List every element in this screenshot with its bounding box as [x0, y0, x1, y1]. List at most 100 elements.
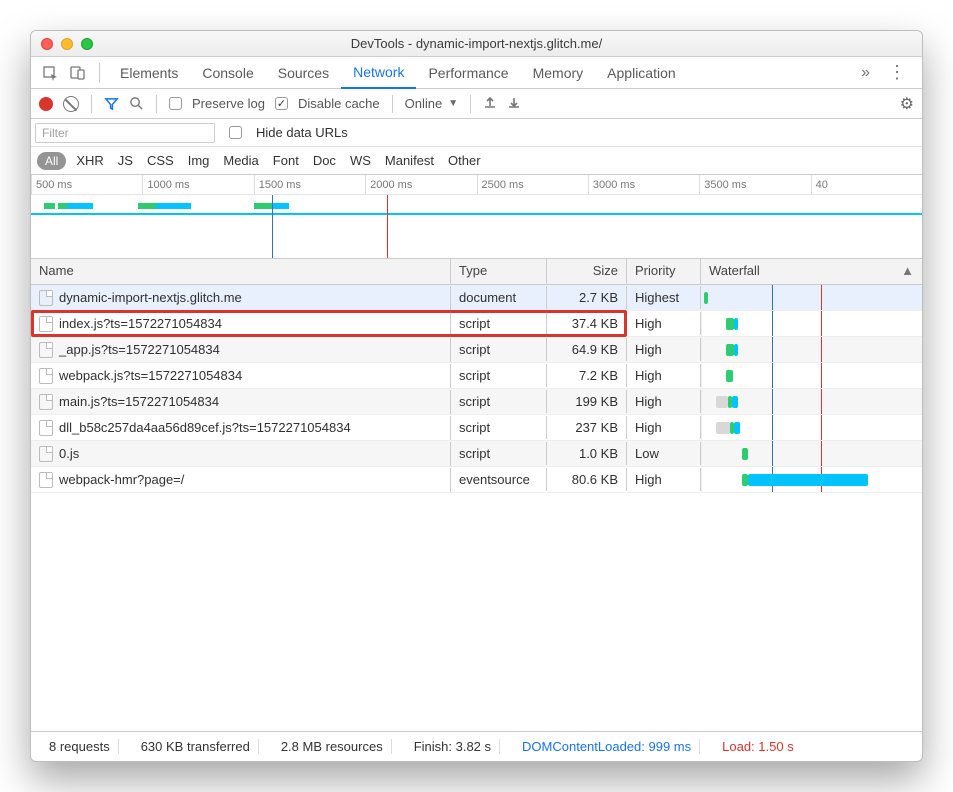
domcontentloaded-marker [272, 195, 273, 258]
clear-button[interactable] [63, 96, 79, 112]
request-size: 1.0 KB [547, 442, 627, 465]
tab-application[interactable]: Application [595, 57, 688, 89]
filter-js-button[interactable]: JS [118, 153, 133, 168]
timeline-overview[interactable] [31, 195, 922, 259]
chevron-down-icon: ▼ [448, 98, 458, 109]
timeline-ruler[interactable]: 500 ms1000 ms1500 ms2000 ms2500 ms3000 m… [31, 175, 922, 195]
separator [392, 95, 393, 113]
request-row[interactable]: 0.jsscript1.0 KBLow [31, 441, 922, 467]
request-row[interactable]: _app.js?ts=1572271054834script64.9 KBHig… [31, 337, 922, 363]
request-priority: Low [627, 442, 701, 465]
separator [91, 95, 92, 113]
filter-xhr-button[interactable]: XHR [76, 153, 103, 168]
request-row[interactable]: webpack-hmr?page=/eventsource80.6 KBHigh [31, 467, 922, 493]
request-size: 80.6 KB [547, 468, 627, 491]
file-icon [39, 472, 53, 488]
waterfall-cell [701, 337, 922, 362]
request-row[interactable]: dynamic-import-nextjs.glitch.medocument2… [31, 285, 922, 311]
request-priority: High [627, 468, 701, 491]
file-icon [39, 394, 53, 410]
filter-img-button[interactable]: Img [188, 153, 210, 168]
search-icon[interactable] [129, 96, 144, 111]
more-tabs-button[interactable]: » [855, 64, 876, 82]
disable-cache-label: Disable cache [298, 96, 380, 111]
waterfall-cell [701, 285, 922, 310]
col-header-size[interactable]: Size [547, 259, 627, 284]
minimize-window-button[interactable] [61, 38, 73, 50]
network-toolbar: Preserve log Disable cache Online ▼ ⚙ [31, 89, 922, 119]
col-header-name[interactable]: Name [31, 259, 451, 284]
request-name: _app.js?ts=1572271054834 [59, 342, 220, 357]
request-row[interactable]: dll_b58c257da4aa56d89cef.js?ts=157227105… [31, 415, 922, 441]
inspect-icon[interactable] [37, 60, 63, 86]
filter-placeholder: Filter [42, 126, 69, 140]
col-header-waterfall[interactable]: Waterfall ▲ [701, 259, 922, 284]
request-priority: High [627, 312, 701, 335]
col-header-type[interactable]: Type [451, 259, 547, 284]
request-priority: High [627, 338, 701, 361]
file-icon [39, 342, 53, 358]
filter-css-button[interactable]: CSS [147, 153, 174, 168]
record-button[interactable] [39, 97, 53, 111]
ruler-tick: 1000 ms [142, 175, 253, 194]
request-name: 0.js [59, 446, 79, 461]
preserve-log-checkbox[interactable] [169, 97, 182, 110]
request-type: script [451, 364, 547, 387]
request-size: 2.7 KB [547, 286, 627, 309]
file-icon [39, 316, 53, 332]
tab-elements[interactable]: Elements [108, 57, 190, 89]
separator [99, 63, 100, 83]
throttle-value: Online [405, 96, 443, 111]
status-load: Load: 1.50 s [714, 739, 802, 754]
close-window-button[interactable] [41, 38, 53, 50]
separator [156, 95, 157, 113]
col-header-priority[interactable]: Priority [627, 259, 701, 284]
filter-input[interactable]: Filter [35, 123, 215, 143]
ruler-tick: 3000 ms [588, 175, 699, 194]
request-row[interactable]: webpack.js?ts=1572271054834script7.2 KBH… [31, 363, 922, 389]
zoom-window-button[interactable] [81, 38, 93, 50]
tab-memory[interactable]: Memory [521, 57, 596, 89]
filter-bar: Filter Hide data URLs [31, 119, 922, 147]
separator [470, 95, 471, 113]
tab-console[interactable]: Console [190, 57, 265, 89]
hide-data-urls-checkbox[interactable] [229, 126, 242, 139]
panel-tabs: ElementsConsoleSourcesNetworkPerformance… [31, 57, 922, 89]
throttle-select[interactable]: Online ▼ [405, 96, 458, 111]
filter-manifest-button[interactable]: Manifest [385, 153, 434, 168]
filter-toggle-icon[interactable] [104, 96, 119, 111]
file-icon [39, 446, 53, 462]
request-size: 37.4 KB [547, 312, 627, 335]
device-toggle-icon[interactable] [65, 60, 91, 86]
tabs-container: ElementsConsoleSourcesNetworkPerformance… [108, 57, 688, 89]
tab-sources[interactable]: Sources [266, 57, 341, 89]
filter-doc-button[interactable]: Doc [313, 153, 336, 168]
settings-menu-button[interactable]: ⋮ [878, 62, 916, 83]
filter-font-button[interactable]: Font [273, 153, 299, 168]
tab-performance[interactable]: Performance [416, 57, 520, 89]
request-type: script [451, 390, 547, 413]
network-settings-icon[interactable]: ⚙ [900, 94, 914, 114]
filter-media-button[interactable]: Media [223, 153, 258, 168]
export-har-icon[interactable] [507, 95, 521, 112]
filter-all-button[interactable]: All [37, 152, 66, 170]
import-har-icon[interactable] [483, 95, 497, 112]
ruler-tick: 3500 ms [699, 175, 810, 194]
traffic-lights [31, 38, 93, 50]
request-name: webpack-hmr?page=/ [59, 472, 184, 487]
waterfall-cell [701, 441, 922, 466]
filter-ws-button[interactable]: WS [350, 153, 371, 168]
request-row[interactable]: main.js?ts=1572271054834script199 KBHigh [31, 389, 922, 415]
disable-cache-checkbox[interactable] [275, 97, 288, 110]
request-row[interactable]: index.js?ts=1572271054834script37.4 KBHi… [31, 311, 922, 337]
filter-other-button[interactable]: Other [448, 153, 481, 168]
request-name: dynamic-import-nextjs.glitch.me [59, 290, 242, 305]
request-name: dll_b58c257da4aa56d89cef.js?ts=157227105… [59, 420, 351, 435]
hide-data-urls-label: Hide data URLs [256, 125, 348, 140]
request-priority: High [627, 416, 701, 439]
tab-network[interactable]: Network [341, 57, 416, 89]
request-name: webpack.js?ts=1572271054834 [59, 368, 242, 383]
request-size: 237 KB [547, 416, 627, 439]
waterfall-cell [701, 389, 922, 414]
waterfall-cell [701, 363, 922, 388]
